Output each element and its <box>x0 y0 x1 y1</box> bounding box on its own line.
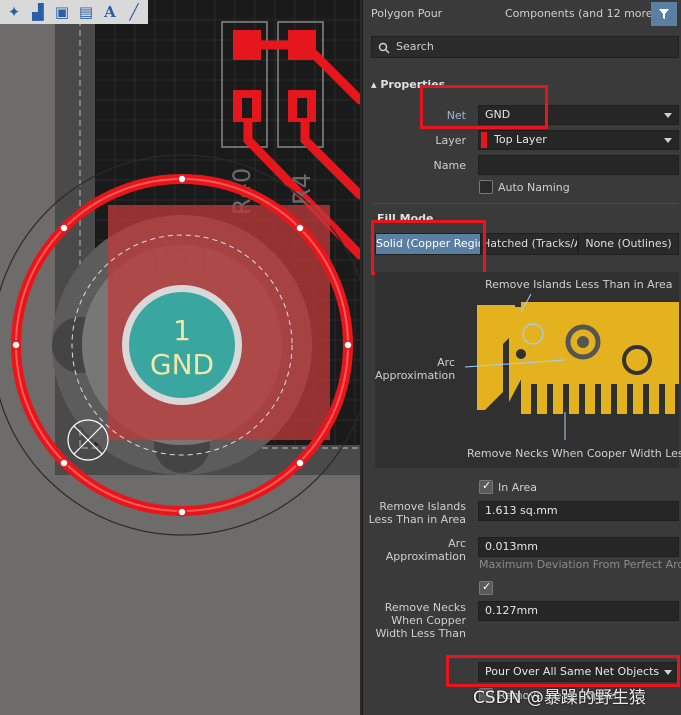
arc-hint: Maximum Deviation From Perfect Arc <box>479 558 681 571</box>
name-label: Name <box>433 159 466 172</box>
auto-naming-label: Auto Naming <box>498 181 570 194</box>
plot-icon[interactable]: ▣ <box>52 2 72 22</box>
in-area-label: In Area <box>498 481 538 494</box>
search-placeholder: Search <box>396 40 434 53</box>
string-icon[interactable]: ▤ <box>76 2 96 22</box>
layer-value: Top Layer <box>494 133 547 146</box>
pour-over-value: Pour Over All Same Net Objects <box>485 665 660 678</box>
remove-islands-label: Remove Islands Less Than in Area <box>368 500 466 526</box>
designator-p21: P21 <box>150 241 214 281</box>
chevron-down-icon <box>664 670 672 675</box>
remove-necks-input[interactable]: 0.127mm <box>478 601 679 621</box>
name-input[interactable] <box>478 155 679 175</box>
bar-chart-icon[interactable]: ▟ <box>28 2 48 22</box>
fill-mode-hatched[interactable]: Hatched (Tracks/Arcs) <box>481 233 578 255</box>
properties-header-label: Properties <box>380 78 446 91</box>
pin-icon[interactable]: ✦ <box>4 2 24 22</box>
remove-islands-input[interactable]: 1.613 sq.mm <box>478 501 679 521</box>
text-icon[interactable]: A <box>100 2 120 22</box>
fill-mode-solid[interactable]: Solid (Copper Regions) <box>375 233 481 255</box>
arc-approximation-input[interactable]: 0.013mm <box>478 537 679 557</box>
search-icon <box>378 42 390 54</box>
filter-summary[interactable]: Components (and 12 more) <box>505 7 657 20</box>
fill-mode-none[interactable]: None (Outlines) <box>578 233 679 255</box>
line-icon[interactable]: ╱ <box>124 2 144 22</box>
layer-label: Layer <box>435 134 466 147</box>
net-select[interactable]: GND <box>478 105 679 125</box>
chevron-down-icon <box>664 138 672 143</box>
properties-header[interactable]: ▴ Properties <box>371 78 445 91</box>
layer-select[interactable]: Top Layer <box>478 130 679 150</box>
divider <box>373 203 679 204</box>
diagram-caption-necks: Remove Necks When Cooper Width Less <box>467 447 681 460</box>
pad-number: 1 <box>173 314 191 347</box>
in-area-checkbox[interactable]: ✓ <box>479 479 493 494</box>
auto-naming-checkbox[interactable] <box>479 180 493 194</box>
search-input[interactable]: Search <box>371 36 679 58</box>
fill-mode-diagram: Remove Islands Less Than in Area Arc App… <box>375 272 681 468</box>
filter-icon <box>659 9 669 19</box>
diagram-caption-arc: Arc Approximation <box>375 356 456 382</box>
layer-color-swatch <box>481 132 487 148</box>
panel-title: Polygon Pour <box>371 7 443 20</box>
properties-panel: Polygon Pour Components (and 12 more) Se… <box>362 0 681 715</box>
watermark: CSDN @暴躁的野生猿 <box>473 688 646 708</box>
designator-r4x: R4 <box>288 173 316 205</box>
net-label: Net <box>446 109 466 122</box>
remove-necks-label: Remove Necks When Copper Width Less Than <box>375 601 466 640</box>
fill-mode-header: Fill Mode <box>377 212 434 225</box>
diagram-caption-islands: Remove Islands Less Than in Area <box>485 278 673 291</box>
filter-button[interactable] <box>651 2 677 26</box>
remove-necks-checkbox[interactable]: ✓ <box>479 580 493 595</box>
pcb-drawing[interactable]: R40 R4 P21 1 GND <box>0 0 360 715</box>
arc-approximation-label: Arc Approximation <box>385 537 466 563</box>
canvas-toolbar: ✦ ▟ ▣ ▤ A ╱ <box>0 0 148 24</box>
pad-net: GND <box>150 348 214 381</box>
pcb-canvas[interactable]: R40 R4 P21 1 GND ✦ ▟ ▣ ▤ A ╱ <box>0 0 360 715</box>
pour-over-select[interactable]: Pour Over All Same Net Objects <box>478 662 679 682</box>
net-value: GND <box>485 108 511 121</box>
chevron-down-icon <box>664 113 672 118</box>
